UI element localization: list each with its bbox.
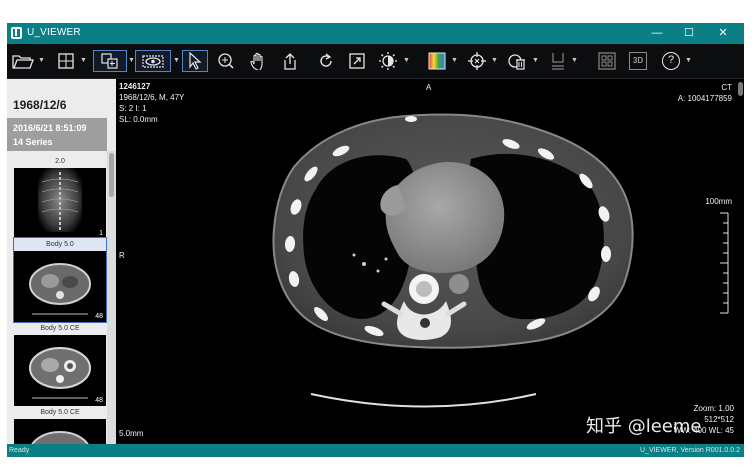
series-sidebar: 1968/12/6 2016/6/21 8:51:09 14 Series 2.… [7,79,116,444]
color-map-dropdown[interactable]: ▼ [451,56,458,66]
crosshair-icon [468,52,486,70]
grid-view-button[interactable] [595,50,619,72]
viewport-scrollbar[interactable] [737,79,744,105]
series-label: Body 5.0 CE [40,409,80,416]
series-thumbnail: 1 [14,168,106,239]
fit-window-button[interactable] [345,50,369,72]
series-item-2[interactable]: Body 5.0 48 [13,237,107,323]
pointer-icon [189,52,202,70]
series-image-count: 1 [99,230,103,237]
patient-id: 1246127 [119,82,151,91]
accession-number: A: 1004177859 [677,94,732,103]
series-label: Body 5.0 CE [40,325,80,332]
sidebar-scrollbar[interactable] [107,151,116,444]
scale-label: 100mm [705,197,732,206]
display-options-button[interactable] [135,50,171,72]
series-thumbnail [14,419,106,444]
series-image-count: 48 [95,397,103,404]
version-text: U_VIEWER, Version R001.0.0.2 [640,447,740,454]
window-level-dropdown[interactable]: ▼ [403,56,410,66]
layout-grid-icon [58,53,74,69]
series-layout-button[interactable] [93,50,127,72]
folder-open-icon [12,55,34,69]
slice-info: S: 2 I: 1 [119,104,147,113]
scrollbar-thumb[interactable] [109,153,114,197]
ct-image [272,113,729,408]
display-options-dropdown[interactable]: ▼ [173,56,180,66]
pan-hand-icon [250,52,263,70]
series-count: 14 Series [13,137,53,147]
status-text: Ready [9,447,30,454]
modality: CT [721,83,732,92]
study-datetime: 2016/6/21 8:51:09 [13,123,87,133]
fit-window-icon [349,53,365,69]
pointer-tool-button[interactable] [182,50,208,72]
toolbar: ▼ ▼ ▼ ▼ ▼ ▼ ▼ ▼ ▼ 3D ? ▼ [7,44,744,79]
orientation-left: R [119,251,125,260]
series-item-4[interactable]: Body 5.0 CE [14,406,106,444]
help-icon: ? [662,52,680,70]
viewport-scrollbar-thumb[interactable] [738,82,743,96]
watermark: 知乎 @leeme [586,416,702,437]
series-layout-icon [101,53,118,69]
crosshair-dropdown[interactable]: ▼ [491,56,498,66]
sort-button[interactable] [547,50,569,72]
series-item-3[interactable]: Body 5.0 CE 48 [14,322,106,406]
measure-button[interactable] [504,50,530,72]
measure-dropdown[interactable]: ▼ [532,56,539,66]
slice-location: SL: 0.0mm [119,115,158,124]
series-label: Body 5.0 [46,241,74,248]
patient-dob: 1968/12/6 [13,98,67,112]
app-window: U_VIEWER — ☐ ✕ ▼ ▼ ▼ ▼ ▼ ▼ ▼ ▼ ▼ 3D ? ▼ … [7,23,744,457]
series-item-1[interactable]: 2.0 1 [14,155,106,239]
crosshair-button[interactable] [465,50,489,72]
3d-view-button[interactable]: 3D [626,50,650,72]
series-layout-dropdown[interactable]: ▼ [128,56,135,66]
zoom-icon [218,53,234,69]
3d-icon: 3D [629,52,647,70]
minimize-button[interactable]: — [643,23,671,44]
series-thumbnail: 48 [14,251,106,322]
patient-info: 1968/12/6, M, 47Y [119,93,185,102]
status-bar: Ready U_VIEWER, Version R001.0.0.2 [7,444,744,457]
layout-grid-button[interactable] [54,50,78,72]
help-dropdown[interactable]: ▼ [685,56,692,66]
window-level-icon [379,52,397,70]
maximize-button[interactable]: ☐ [675,23,703,44]
series-label: 2.0 [55,158,65,165]
color-map-icon [428,52,446,70]
color-map-button[interactable] [425,50,449,72]
title-bar: U_VIEWER — ☐ ✕ [7,23,744,44]
zoom-tool-button[interactable] [214,50,238,72]
app-logo-icon [11,27,22,39]
close-button[interactable]: ✕ [709,23,737,44]
image-viewport[interactable]: 1246127 1968/12/6, M, 47Y S: 2 I: 1 SL: … [116,79,744,444]
measure-icon [508,54,525,70]
layout-grid-dropdown[interactable]: ▼ [80,56,87,66]
window-title: U_VIEWER [27,27,81,38]
rotate-icon [320,53,332,67]
study-header[interactable]: 2016/6/21 8:51:09 14 Series [7,118,107,151]
grid-view-icon [598,52,616,70]
sort-dropdown[interactable]: ▼ [571,56,578,66]
orientation-top: A [426,83,432,92]
image-matrix: 512*512 [704,415,734,424]
scroll-arrow-icon [284,53,296,70]
eye-icon [142,55,164,68]
open-folder-button[interactable] [10,50,36,72]
help-button[interactable]: ? [660,50,682,72]
pan-tool-button[interactable] [246,50,270,72]
open-folder-dropdown[interactable]: ▼ [38,56,45,66]
window-level-button[interactable] [375,50,401,72]
series-image-count: 48 [95,313,103,320]
rotate-button[interactable] [314,50,338,72]
series-thumbnail: 48 [14,335,106,406]
sort-icon [552,53,564,70]
scroll-tool-button[interactable] [278,50,302,72]
slice-thickness: 5.0mm [119,429,144,438]
